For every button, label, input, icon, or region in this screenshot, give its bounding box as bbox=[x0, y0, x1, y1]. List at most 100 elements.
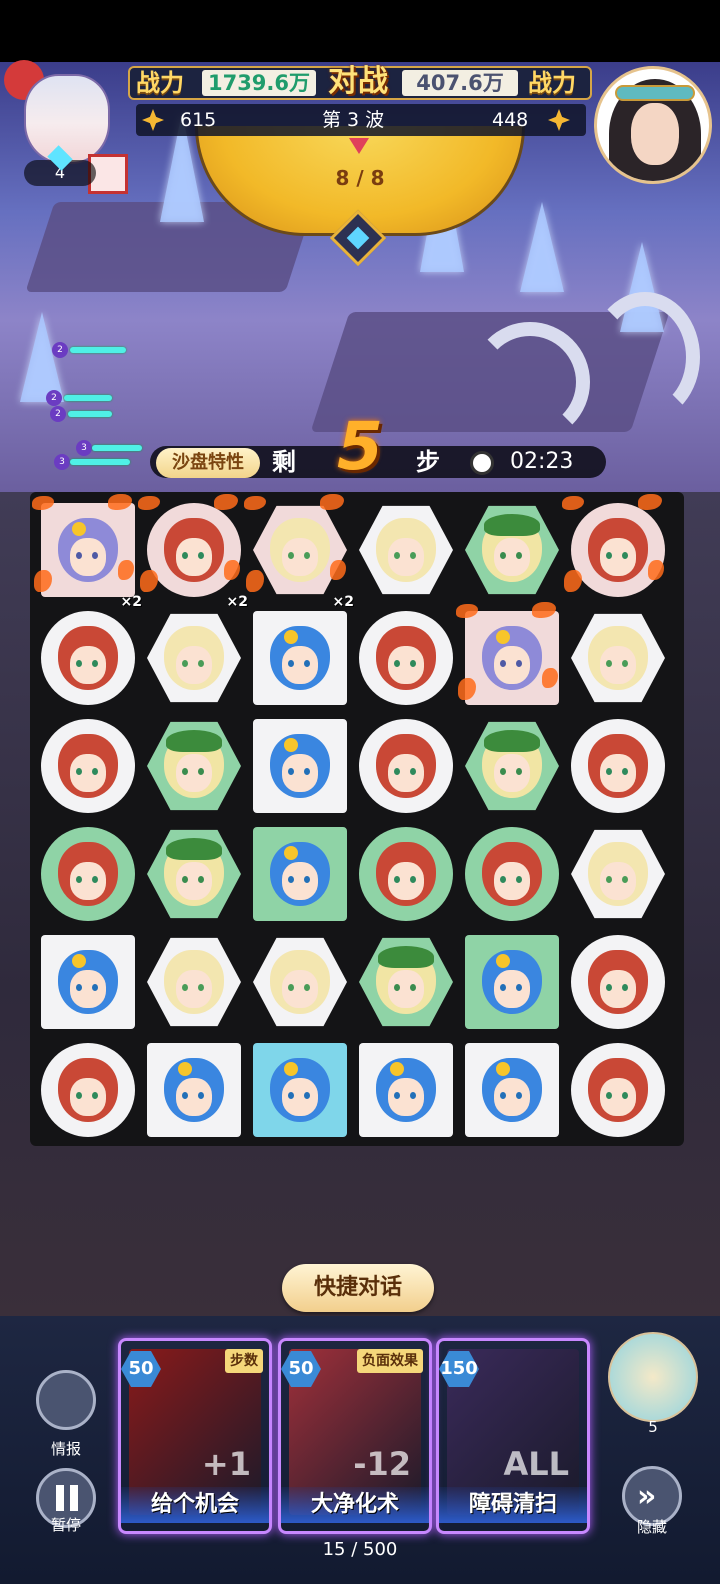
board-tile[interactable] bbox=[144, 1040, 244, 1140]
hero-eye bbox=[394, 984, 400, 991]
board-tile[interactable] bbox=[462, 500, 562, 600]
skill-card[interactable]: 150 ALL 障碍清扫 bbox=[436, 1338, 590, 1534]
intel-button[interactable] bbox=[36, 1370, 96, 1430]
left-power-value: 1739.6万 bbox=[202, 70, 316, 96]
board-tile[interactable] bbox=[250, 716, 350, 816]
hero-eye bbox=[182, 1092, 188, 1099]
board-tile[interactable] bbox=[562, 494, 668, 600]
star-icon bbox=[548, 109, 570, 131]
hero-eye bbox=[410, 768, 416, 775]
double-chevron-icon: » bbox=[637, 1479, 657, 1514]
hero-eye bbox=[304, 1092, 310, 1099]
hero-yellow-icon bbox=[588, 842, 648, 906]
board-tile[interactable] bbox=[462, 1040, 562, 1140]
quick-chat-button[interactable]: 快捷对话 bbox=[282, 1264, 434, 1312]
board-tile[interactable] bbox=[568, 824, 668, 924]
hero-yellow-icon bbox=[270, 950, 330, 1014]
board-tile[interactable]: ×2 bbox=[244, 494, 354, 610]
hero-red-icon bbox=[588, 734, 648, 798]
board-tile[interactable] bbox=[38, 932, 138, 1032]
board-tile[interactable] bbox=[250, 608, 350, 708]
hero-eye bbox=[500, 552, 506, 559]
game-screen: 2 2 2 3 3 战力 1739.6万 407.6万 战力 对战 8 / 8 … bbox=[0, 0, 720, 1584]
board-tile[interactable] bbox=[568, 716, 668, 816]
step-label: 步 bbox=[416, 448, 440, 476]
board-tile[interactable] bbox=[356, 500, 456, 600]
hero-eye bbox=[622, 1092, 628, 1099]
fruit-hairclip-icon bbox=[284, 1062, 298, 1076]
ally-hp-bar bbox=[64, 395, 112, 401]
hero-blue-icon bbox=[482, 1058, 542, 1122]
board-tile[interactable] bbox=[568, 1040, 668, 1140]
board-tile[interactable] bbox=[356, 932, 456, 1032]
board-tile[interactable] bbox=[356, 824, 456, 924]
board-tile[interactable] bbox=[568, 932, 668, 1032]
ally-level-badge: 3 bbox=[76, 440, 92, 456]
hero-eye bbox=[76, 768, 82, 775]
hero-blue-icon bbox=[270, 842, 330, 906]
hero-eye bbox=[410, 552, 416, 559]
hero-eye bbox=[76, 552, 82, 559]
hero-eye bbox=[304, 768, 310, 775]
enemy-face bbox=[631, 103, 679, 165]
fire-effect-icon bbox=[564, 570, 582, 592]
player-portrait bbox=[24, 74, 110, 164]
bone-decoration bbox=[590, 292, 700, 422]
fruit-hairclip-icon bbox=[72, 954, 86, 968]
hero-eye bbox=[606, 984, 612, 991]
board-tile[interactable] bbox=[462, 824, 562, 924]
hero-eye bbox=[606, 660, 612, 667]
board-tile[interactable] bbox=[568, 608, 668, 708]
alarm-clock-icon bbox=[470, 451, 494, 475]
sandbox-trait-button[interactable]: 沙盘特性 bbox=[156, 448, 260, 478]
hero-eye bbox=[92, 876, 98, 883]
board-tile[interactable] bbox=[144, 824, 244, 924]
fruit-hairclip-icon bbox=[284, 738, 298, 752]
board-tile[interactable]: ×2 bbox=[32, 494, 142, 610]
hero-red-icon bbox=[58, 1058, 118, 1122]
board-tile[interactable] bbox=[144, 608, 244, 708]
hero-blue-icon bbox=[164, 1058, 224, 1122]
board-tile[interactable]: ×2 bbox=[138, 494, 248, 610]
support-hero-avatar[interactable] bbox=[608, 1332, 698, 1422]
fire-effect-icon bbox=[246, 570, 264, 592]
board-tile[interactable] bbox=[356, 1040, 456, 1140]
hero-eye bbox=[410, 1092, 416, 1099]
hero-eye bbox=[622, 984, 628, 991]
left-power-label: 战力 bbox=[136, 69, 184, 97]
hero-eye bbox=[198, 552, 204, 559]
board-tile[interactable] bbox=[462, 932, 562, 1032]
hero-eye bbox=[76, 1092, 82, 1099]
hero-purple-icon bbox=[482, 626, 542, 690]
board-tile[interactable] bbox=[456, 602, 562, 708]
board-tile[interactable] bbox=[356, 608, 456, 708]
dial-pointer-icon bbox=[349, 138, 369, 154]
board-tile[interactable] bbox=[38, 608, 138, 708]
enemy-avatar[interactable] bbox=[594, 66, 712, 184]
hero-eye bbox=[394, 768, 400, 775]
board-tile[interactable] bbox=[462, 716, 562, 816]
fruit-hairclip-icon bbox=[178, 1062, 192, 1076]
hero-greenleaf-icon bbox=[376, 946, 436, 1014]
hero-greenleaf-icon bbox=[164, 838, 224, 906]
board-tile[interactable] bbox=[250, 932, 350, 1032]
board-tile[interactable] bbox=[38, 824, 138, 924]
board-tile[interactable] bbox=[38, 716, 138, 816]
board-tile[interactable] bbox=[250, 1040, 350, 1140]
hero-eye bbox=[182, 876, 188, 883]
board-tile[interactable] bbox=[38, 1040, 138, 1140]
fire-effect-icon bbox=[138, 496, 160, 510]
skill-card[interactable]: 50 负面效果 -12 大净化术 bbox=[278, 1338, 432, 1534]
hero-red-icon bbox=[58, 842, 118, 906]
support-hero-count: 5 bbox=[648, 1418, 658, 1436]
hero-eye bbox=[394, 660, 400, 667]
hero-eye bbox=[500, 768, 506, 775]
board-tile[interactable] bbox=[356, 716, 456, 816]
board-tile[interactable] bbox=[144, 716, 244, 816]
board-tile[interactable] bbox=[144, 932, 244, 1032]
hero-blue-icon bbox=[376, 1058, 436, 1122]
timer: 02:23 bbox=[510, 449, 574, 474]
board-tile[interactable] bbox=[250, 824, 350, 924]
skill-card[interactable]: 50 步数 +1 给个机会 bbox=[118, 1338, 272, 1534]
hero-eye bbox=[92, 552, 98, 559]
